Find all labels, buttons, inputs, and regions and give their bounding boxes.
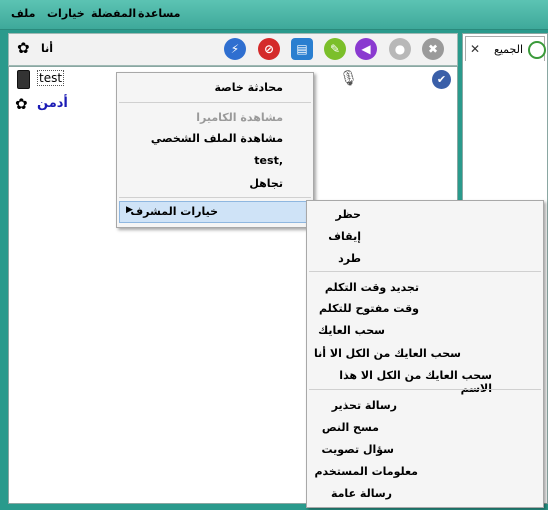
menu-bar: ملف خيارات المفضلة مساعدة <box>0 0 548 30</box>
menu-file[interactable]: ملف <box>11 7 35 20</box>
menu-separator <box>309 389 541 390</box>
menu-item-private-chat[interactable]: محادثة خاصة <box>117 81 313 94</box>
flash-icon[interactable]: ⚡ <box>224 38 246 60</box>
menu-item-admin-options[interactable]: ▶ خيارات المشرف <box>119 201 309 223</box>
check-icon: ✔ <box>432 70 451 89</box>
user-name: أدمن <box>37 96 68 111</box>
menu-item-ignore[interactable]: تجاهل <box>117 177 313 190</box>
admin-public-message[interactable]: رسالة عامة <box>307 487 543 500</box>
menu-separator <box>119 102 311 103</box>
megaphone-icon[interactable]: ◀ <box>355 38 377 60</box>
menu-item-username[interactable]: test, <box>117 154 313 167</box>
admin-user-info[interactable]: معلومات المستخدم <box>307 465 543 478</box>
block-icon[interactable]: ⊘ <box>258 38 280 60</box>
menu-item-view-camera[interactable]: مشاهدة الكاميرا <box>117 111 313 124</box>
user-name: test <box>37 70 65 86</box>
menu-separator <box>309 271 541 272</box>
menu-favorites[interactable]: المفضلة <box>91 7 136 20</box>
tab-label: الجميع <box>494 43 524 56</box>
user-context-menu: محادثة خاصة مشاهدة الكاميرا مشاهدة الملف… <box>116 72 314 228</box>
admin-warning-message[interactable]: رسالة تحذير <box>307 399 543 412</box>
admin-open-talk-time[interactable]: وقت مفتوح للتكلم <box>307 302 543 315</box>
lock-icon[interactable]: ● <box>389 38 411 60</box>
menu-item-view-profile[interactable]: مشاهدة الملف الشخصي <box>117 132 313 145</box>
flower-avatar-icon: ✿ <box>15 95 28 113</box>
menu-help[interactable]: مساعدة <box>138 7 181 20</box>
menu-item-label: خيارات المشرف <box>130 205 218 218</box>
admin-pull-mic-all-except-me[interactable]: سحب العايك من الكل الا أنا <box>307 347 543 360</box>
mobile-phone-icon <box>17 70 30 89</box>
admin-clear-text[interactable]: مسح النص <box>307 421 543 434</box>
me-label: أنا <box>41 42 54 55</box>
flower-avatar-icon: ✿ <box>17 39 30 57</box>
settings-tools-icon[interactable]: ✖ <box>422 38 444 60</box>
admin-vote-question[interactable]: سؤال تصويت <box>307 443 543 456</box>
chat-room-icon <box>528 41 546 59</box>
tab-all[interactable]: ✕ الجميع <box>465 36 546 61</box>
toolbar: ✿ أنا ⚡ ⊘ ▤ ✎ ◀ ● ✖ <box>8 33 458 66</box>
admin-stop[interactable]: إيقاف <box>307 230 543 243</box>
menu-options[interactable]: خيارات <box>47 7 85 20</box>
admin-kick[interactable]: طرد <box>307 252 543 265</box>
admin-options-submenu: حظر إيقاف طرد تجديد وقت التكلم وقت مفتوح… <box>306 200 544 508</box>
menu-separator <box>119 197 311 198</box>
admin-pull-mic-all-except-name[interactable]: سحب العايك من الكل الا هذا الاسم <box>307 369 543 395</box>
contact-card-icon[interactable]: ▤ <box>291 38 313 60</box>
microphone-icon: 🎙 <box>339 69 359 87</box>
close-icon[interactable]: ✕ <box>470 42 480 56</box>
admin-pull-mic[interactable]: سحب العايك <box>307 324 543 337</box>
broom-icon[interactable]: ✎ <box>324 38 346 60</box>
admin-ban[interactable]: حظر <box>307 208 543 221</box>
admin-renew-talk-time[interactable]: تجديد وقت التكلم <box>307 281 543 294</box>
